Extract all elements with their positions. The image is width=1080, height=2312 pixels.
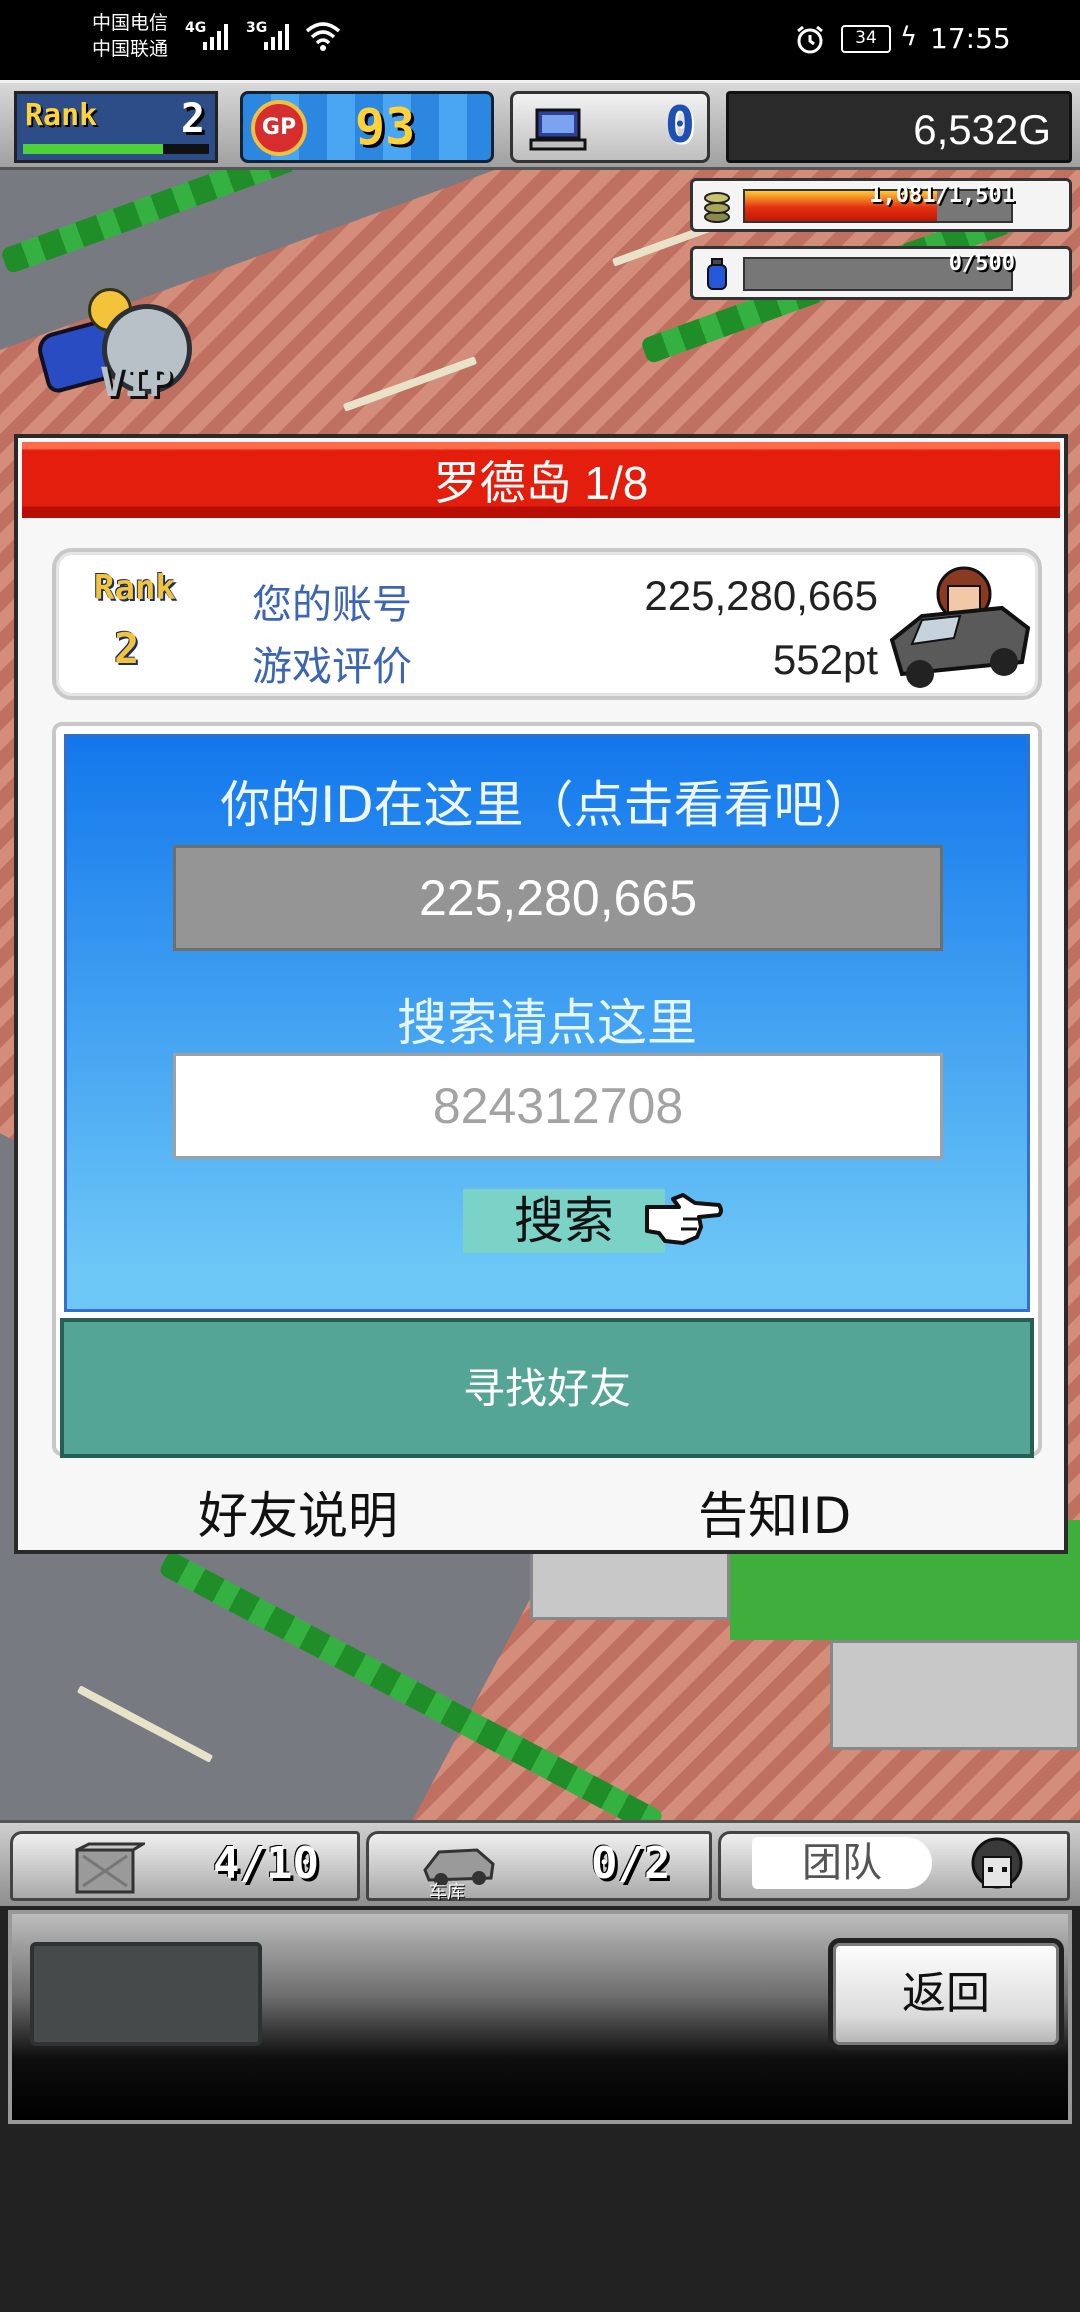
rank-value: 2: [180, 96, 205, 142]
garage-slot[interactable]: 车库 0/2: [366, 1831, 712, 1903]
blue-bottle-icon: [707, 258, 727, 290]
charging-icon: ϟ: [900, 22, 918, 52]
dialog-title: 罗德岛 1/8: [22, 442, 1060, 518]
find-friend-button[interactable]: 寻找好友: [60, 1318, 1034, 1458]
rank-progress-bar: [23, 144, 209, 154]
player-car-avatar-icon: [889, 566, 1031, 688]
empty-action-slot[interactable]: [30, 1942, 262, 2046]
items-count: 4/10: [213, 1838, 319, 1889]
info-rank-label: Rank: [94, 568, 176, 608]
friend-help-link[interactable]: 好友说明: [198, 1476, 398, 1548]
carrier-2: 中国联通: [92, 38, 169, 60]
back-button[interactable]: 返回: [828, 1938, 1064, 2050]
my-id-box[interactable]: 225,280,665: [173, 845, 943, 951]
top-hud: Rank 2 GP 93 0 6,532G: [0, 80, 1080, 170]
pointing-hand-icon: [645, 1193, 723, 1245]
planter-block: [830, 1640, 1080, 1750]
vip-label: VIP: [100, 360, 173, 406]
search-caption: 搜索请点这里: [397, 994, 697, 1052]
signal-bars-2-icon: [264, 22, 289, 50]
alarm-clock-icon: [797, 25, 823, 54]
energy-meter-text: 0/500: [948, 251, 1015, 276]
account-label: 您的账号: [252, 582, 412, 628]
account-value: 225,280,665: [644, 572, 878, 619]
player-info-card: Rank 2 您的账号 225,280,665 游戏评价 552pt: [52, 548, 1042, 700]
rank-progress-fill: [23, 144, 163, 154]
signal-bars-1-icon: [203, 22, 228, 50]
garage-label: 车库: [429, 1882, 465, 1903]
vip-character[interactable]: VIP: [34, 282, 210, 412]
clock: 17:55: [930, 22, 1011, 55]
gp-coin-icon: GP: [251, 100, 307, 156]
info-rank-value: 2: [114, 624, 140, 673]
wifi-icon: [305, 22, 341, 51]
garage-count: 0/2: [591, 1838, 671, 1889]
money-value: 6,532G: [913, 106, 1051, 153]
rank-display[interactable]: Rank 2: [14, 91, 218, 163]
id-caption: 你的ID在这里（点击看看吧）: [220, 776, 874, 834]
pc-value: 0: [664, 96, 695, 154]
fuel-meter-text: 1,081/1,501: [869, 183, 1015, 208]
laptop-icon: [529, 108, 587, 151]
friend-id-search-input[interactable]: [173, 1053, 943, 1159]
battery-indicator: 34: [841, 25, 891, 53]
rating-value: 552pt: [772, 636, 878, 683]
coin-stack-icon: [704, 192, 730, 223]
id-search-area: 你的ID在这里（点击看看吧） 225,280,665 搜索请点这里 搜索: [64, 734, 1030, 1312]
team-tab[interactable]: 团队: [752, 1837, 932, 1889]
gp-value: 93: [355, 98, 416, 156]
crate-icon: [75, 1842, 145, 1894]
search-button[interactable]: 搜索: [463, 1189, 665, 1253]
status-bar: 中国电信 中国联通 4G 3G 34 ϟ 17:55: [0, 0, 1080, 80]
energy-meter: 0/500: [690, 246, 1072, 300]
items-slot[interactable]: 4/10: [10, 1831, 360, 1901]
control-panel: 返回: [8, 1910, 1072, 2124]
carrier-info: 中国电信 中国联通: [92, 10, 168, 62]
bottom-hud: 4/10 车库 0/2 团队: [0, 1820, 1080, 1906]
gp-display[interactable]: GP 93: [240, 91, 494, 163]
friend-dialog: 罗德岛 1/8 Rank 2 您的账号 225,280,665 游戏评价 552…: [14, 434, 1068, 1554]
pc-display[interactable]: 0: [510, 91, 710, 163]
carrier-1: 中国电信: [92, 12, 169, 34]
fuel-meter: 1,081/1,501: [690, 178, 1072, 232]
team-member-face-icon: [971, 1837, 1023, 1889]
share-id-link[interactable]: 告知ID: [698, 1476, 851, 1548]
money-display: 6,532G: [726, 91, 1072, 163]
id-search-panel: 你的ID在这里（点击看看吧） 225,280,665 搜索请点这里 搜索 寻找好…: [52, 722, 1042, 1458]
rating-label: 游戏评价: [252, 644, 412, 690]
rank-label: Rank: [25, 98, 98, 133]
